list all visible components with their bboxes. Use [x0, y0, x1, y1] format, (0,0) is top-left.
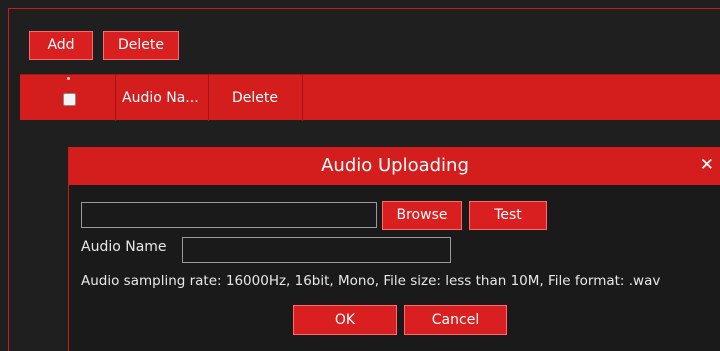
sort-indicator-icon	[67, 77, 70, 80]
header-select-cell	[20, 75, 116, 121]
ok-button[interactable]: OK	[293, 305, 397, 335]
browse-button[interactable]: Browse	[382, 201, 462, 230]
column-header-audio-name[interactable]: Audio Na...	[116, 75, 209, 121]
delete-button[interactable]: Delete	[103, 31, 179, 60]
table-header: Audio Na... Delete	[20, 74, 720, 121]
audio-upload-dialog: Audio Uploading ✕ Browse Test Audio Name…	[68, 147, 720, 351]
test-button[interactable]: Test	[469, 201, 547, 230]
select-all-checkbox[interactable]	[63, 93, 76, 106]
add-button[interactable]: Add	[29, 31, 93, 60]
file-path-input[interactable]	[81, 202, 377, 228]
dialog-title: Audio Uploading	[69, 147, 720, 185]
cancel-button[interactable]: Cancel	[404, 305, 507, 335]
close-icon[interactable]: ✕	[700, 147, 714, 185]
audio-name-input[interactable]	[182, 237, 451, 263]
audio-format-info: Audio sampling rate: 16000Hz, 16bit, Mon…	[81, 273, 661, 289]
audio-name-label: Audio Name	[81, 239, 167, 255]
column-header-delete: Delete	[209, 75, 303, 121]
